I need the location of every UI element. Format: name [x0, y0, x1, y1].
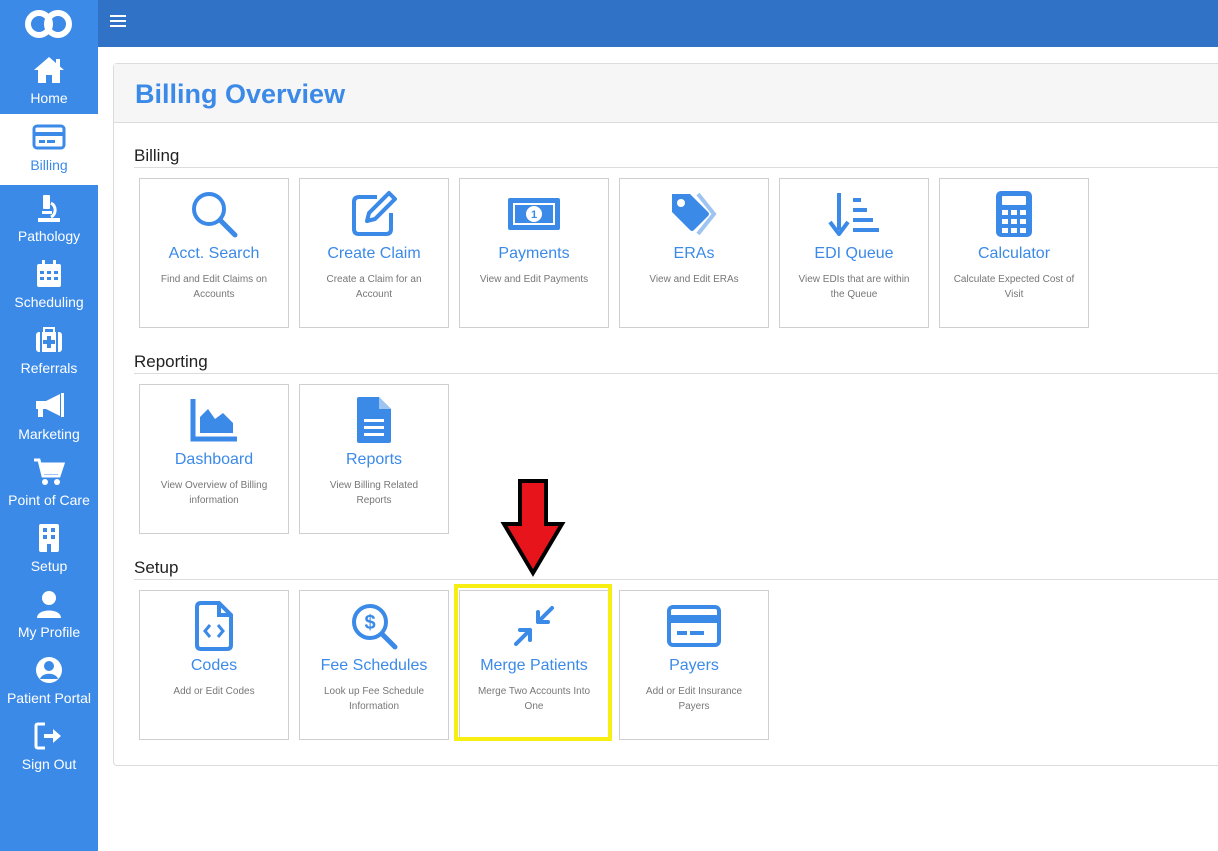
card-description: View and Edit ERAs: [649, 274, 739, 285]
svg-text:1: 1: [531, 209, 537, 221]
sidebar-item-patient-portal[interactable]: Patient Portal: [0, 647, 98, 713]
file-lines-icon: [300, 395, 448, 445]
sidebar-item-pathology[interactable]: Pathology: [0, 185, 98, 251]
user-circle-icon: [0, 653, 98, 687]
search-icon: [140, 189, 288, 239]
card-description: Calculate Expected Cost of Visit: [953, 274, 1075, 300]
card-title: Codes: [190, 657, 238, 674]
file-code-icon: [140, 601, 288, 651]
card-title: Reports: [345, 451, 403, 468]
section-title-setup: Setup: [134, 558, 179, 577]
sidebar-item-label: Setup: [30, 558, 68, 574]
card-title: Fee Schedules: [320, 657, 428, 674]
card-title: Acct. Search: [168, 245, 260, 262]
user-icon: [0, 587, 98, 621]
highlight-box: [454, 584, 612, 741]
svg-text:$: $: [364, 612, 375, 634]
calculator-icon: [940, 189, 1088, 239]
menu-toggle-icon[interactable]: [110, 15, 126, 29]
card-description: Add or Edit Codes: [173, 686, 255, 697]
section-divider: [134, 373, 1218, 374]
card-title: Calculator: [977, 245, 1051, 262]
money-bill-icon: 1: [460, 189, 608, 239]
card-description: View Billing Related Reports: [329, 480, 419, 506]
sidebar-item-label: Pathology: [17, 228, 81, 244]
card-dashboard[interactable]: Dashboard View Overview of Billing infor…: [139, 384, 289, 534]
card-description: Create a Claim for an Account: [326, 274, 422, 300]
panel-header: Billing Overview: [114, 64, 1218, 123]
card-payers[interactable]: Payers Add or Edit Insurance Payers: [619, 590, 769, 740]
sidebar-item-point-of-care[interactable]: Point of Care: [0, 449, 98, 515]
card-title: Create Claim: [327, 245, 421, 262]
credit-card-icon: [0, 120, 98, 154]
card-create-claim[interactable]: Create Claim Create a Claim for an Accou…: [299, 178, 449, 328]
sidebar-item-label: Scheduling: [14, 294, 84, 310]
microscope-icon: [0, 191, 98, 225]
page-title: Billing Overview: [135, 79, 346, 109]
card-reports[interactable]: Reports View Billing Related Reports: [299, 384, 449, 534]
card-title: Payments: [498, 245, 570, 262]
card-payments[interactable]: 1 Payments View and Edit Payments: [459, 178, 609, 328]
card-title: Dashboard: [174, 451, 254, 468]
card-description: Add or Edit Insurance Payers: [645, 686, 743, 712]
sort-amount-down-icon: [780, 189, 928, 239]
card-description: Look up Fee Schedule Information: [323, 686, 425, 712]
credit-card-icon: [620, 601, 768, 651]
sign-out-icon: [0, 719, 98, 753]
edit-icon: [300, 189, 448, 239]
sidebar-item-label: Point of Care: [8, 492, 90, 508]
section-divider: [134, 167, 1218, 168]
card-title: EDI Queue: [814, 245, 894, 262]
card-description: View and Edit Payments: [479, 274, 589, 285]
sidebar-item-label: Marketing: [18, 426, 80, 442]
building-icon: [0, 521, 98, 555]
sidebar-item-home[interactable]: Home: [0, 47, 98, 113]
search-dollar-icon: $: [300, 601, 448, 651]
sidebar-item-label: My Profile: [17, 624, 81, 640]
medical-kit-icon: [0, 323, 98, 357]
card-description: View Overview of Billing information: [160, 480, 268, 506]
sidebar-item-billing[interactable]: Billing: [0, 114, 98, 185]
card-fee-schedules[interactable]: $ Fee Schedules Look up Fee Schedule Inf…: [299, 590, 449, 740]
sidebar-item-label: Sign Out: [21, 756, 77, 772]
sidebar-item-label: Patient Portal: [6, 690, 92, 706]
sidebar-item-referrals[interactable]: Referrals: [0, 317, 98, 383]
tags-icon: [620, 189, 768, 239]
sidebar-item-sign-out[interactable]: Sign Out: [0, 713, 98, 779]
sidebar-item-my-profile[interactable]: My Profile: [0, 581, 98, 647]
card-description: View EDIs that are within the Queue: [798, 274, 910, 300]
sidebar-item-marketing[interactable]: Marketing: [0, 383, 98, 449]
card-calculator[interactable]: Calculator Calculate Expected Cost of Vi…: [939, 178, 1089, 328]
red-down-arrow-icon: [500, 478, 566, 583]
sidebar-item-scheduling[interactable]: Scheduling: [0, 251, 98, 317]
top-bar: [98, 0, 1218, 47]
card-codes[interactable]: Codes Add or Edit Codes: [139, 590, 289, 740]
sidebar-item-label: Billing: [30, 157, 68, 173]
card-title: ERAs: [673, 245, 715, 262]
area-chart-icon: [140, 395, 288, 445]
sidebar-item-label: Referrals: [20, 360, 78, 376]
calendar-icon: [0, 257, 98, 291]
sidebar: Home Billing Pathology Scheduling Referr…: [0, 0, 98, 851]
section-title-billing: Billing: [134, 146, 180, 165]
card-eras[interactable]: ERAs View and Edit ERAs: [619, 178, 769, 328]
section-title-reporting: Reporting: [134, 352, 208, 371]
section-divider: [134, 579, 1218, 580]
sidebar-item-label: Home: [30, 90, 68, 106]
card-description: Find and Edit Claims on Accounts: [160, 274, 268, 300]
card-acct-search[interactable]: Acct. Search Find and Edit Claims on Acc…: [139, 178, 289, 328]
megaphone-icon: [0, 389, 98, 423]
cart-icon: [0, 455, 98, 489]
card-title: Payers: [669, 657, 719, 674]
card-edi-queue[interactable]: EDI Queue View EDIs that are within the …: [779, 178, 929, 328]
logo[interactable]: [0, 0, 98, 45]
home-icon: [0, 53, 98, 87]
infinity-logo-icon: [25, 9, 72, 38]
sidebar-item-setup[interactable]: Setup: [0, 515, 98, 581]
